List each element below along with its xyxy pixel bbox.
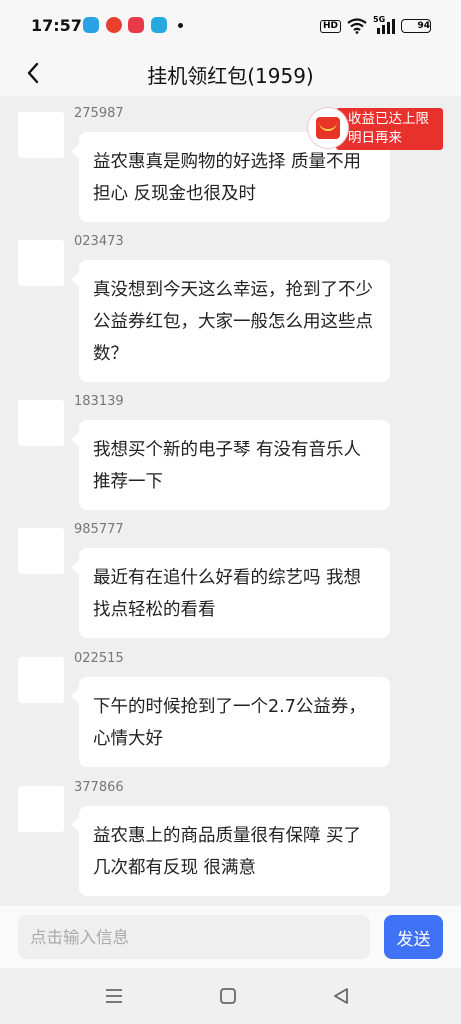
status-bar: 17:57 HD 5G 94 bbox=[0, 0, 461, 50]
message-bubble: 益农惠上的商品质量很有保障 买了几次都有反现 很满意 bbox=[71, 806, 390, 896]
message-username: 985777 bbox=[74, 522, 124, 537]
chat-list[interactable]: 275987 益农惠真是购物的好选择 质量不用担心 反现金也很及时 023473… bbox=[0, 96, 461, 906]
system-back-button[interactable] bbox=[329, 984, 353, 1008]
home-button[interactable] bbox=[216, 984, 240, 1008]
message-bubble: 我想买个新的电子琴 有没有音乐人推荐一下 bbox=[71, 420, 390, 510]
avatar bbox=[18, 657, 64, 703]
reward-line-2: 明日再来 bbox=[348, 130, 402, 146]
avatar bbox=[18, 528, 64, 574]
battery-icon: 94 bbox=[401, 19, 431, 33]
message-username: 183139 bbox=[74, 394, 124, 409]
menu-button[interactable] bbox=[102, 984, 126, 1008]
input-bar: 发送 bbox=[0, 906, 461, 968]
message-input[interactable] bbox=[18, 915, 370, 959]
battery-level: 94 bbox=[417, 21, 430, 31]
app-notification-icon-2 bbox=[106, 17, 122, 33]
red-envelope-icon bbox=[308, 108, 348, 148]
message-bubble: 下午的时候抢到了一个2.7公益券，心情大好 bbox=[71, 677, 390, 767]
menu-icon bbox=[106, 989, 122, 1003]
status-time: 17:57 bbox=[31, 16, 82, 35]
avatar bbox=[18, 112, 64, 158]
reward-line-1: 收益已达上限 bbox=[348, 111, 429, 127]
home-icon bbox=[220, 988, 236, 1004]
app-notification-icon-1 bbox=[83, 17, 99, 33]
system-nav-bar bbox=[0, 968, 461, 1024]
signal-icon: 5G bbox=[373, 15, 395, 34]
app-notification-icon-3 bbox=[128, 17, 144, 33]
avatar bbox=[18, 786, 64, 832]
hd-icon: HD bbox=[319, 19, 341, 33]
send-button[interactable]: 发送 bbox=[384, 915, 443, 959]
message-username: 377866 bbox=[74, 780, 124, 795]
avatar bbox=[18, 400, 64, 446]
message-username: 022515 bbox=[74, 651, 124, 666]
page-title: 挂机领红包(1959) bbox=[147, 64, 314, 88]
wifi-icon bbox=[347, 18, 367, 34]
nav-bar: 挂机领红包(1959) bbox=[0, 50, 461, 96]
message-username: 275987 bbox=[74, 106, 124, 121]
triangle-back-icon bbox=[334, 988, 348, 1004]
message-bubble: 最近有在追什么好看的综艺吗 我想找点轻松的看看 bbox=[71, 548, 390, 638]
more-notifications-icon bbox=[178, 23, 183, 28]
message-bubble: 真没想到今天这么幸运，抢到了不少公益券红包，大家一般怎么用这些点数？ bbox=[71, 260, 390, 382]
avatar bbox=[18, 240, 64, 286]
app-notification-icon-4 bbox=[151, 17, 167, 33]
message-username: 023473 bbox=[74, 234, 124, 249]
reward-badge[interactable]: 收益已达上限 明日再来 bbox=[308, 108, 444, 150]
status-indicators: HD 5G 94 bbox=[319, 15, 431, 36]
reward-text: 收益已达上限 明日再来 bbox=[348, 110, 443, 148]
